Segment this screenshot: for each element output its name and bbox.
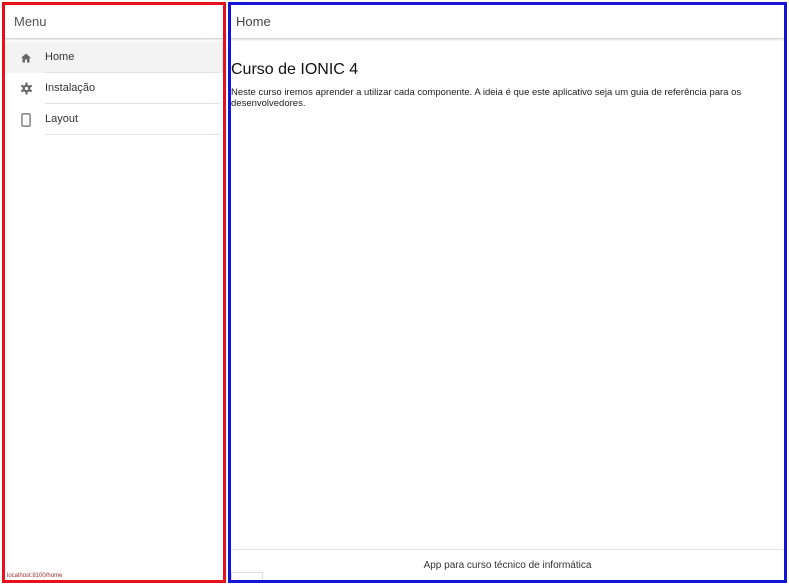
menu-item-label: Layout — [45, 104, 220, 135]
page-header: Home — [231, 5, 784, 39]
menu-list: Home Instalação Layout — [5, 42, 223, 135]
app-window: Menu Home Instalação Layout localhost:81… — [0, 0, 789, 586]
footer-tab — [231, 572, 263, 580]
menu-item-label: Home — [45, 42, 220, 73]
side-menu: Menu Home Instalação Layout localhost:81… — [2, 2, 226, 583]
footer: App para curso técnico de informática — [231, 549, 784, 580]
footer-text: App para curso técnico de informática — [423, 559, 592, 571]
gear-icon — [5, 82, 45, 95]
home-icon — [5, 52, 45, 64]
menu-title: Menu — [14, 14, 47, 29]
main-content: Home Curso de IONIC 4 Neste curso iremos… — [228, 2, 787, 583]
menu-item-instalacao[interactable]: Instalação — [5, 73, 223, 104]
status-bar-url: localhost:8100/home — [7, 573, 63, 579]
intro-paragraph: Neste curso iremos aprender a utilizar c… — [231, 87, 742, 109]
menu-header: Menu — [5, 5, 223, 39]
menu-item-layout[interactable]: Layout — [5, 104, 223, 135]
menu-item-home[interactable]: Home — [5, 42, 223, 73]
content-area: Curso de IONIC 4 Neste curso iremos apre… — [231, 39, 784, 109]
menu-item-label: Instalação — [45, 73, 220, 104]
page-header-title: Home — [236, 14, 271, 29]
tablet-icon — [5, 112, 45, 127]
page-title: Curso de IONIC 4 — [231, 61, 359, 78]
